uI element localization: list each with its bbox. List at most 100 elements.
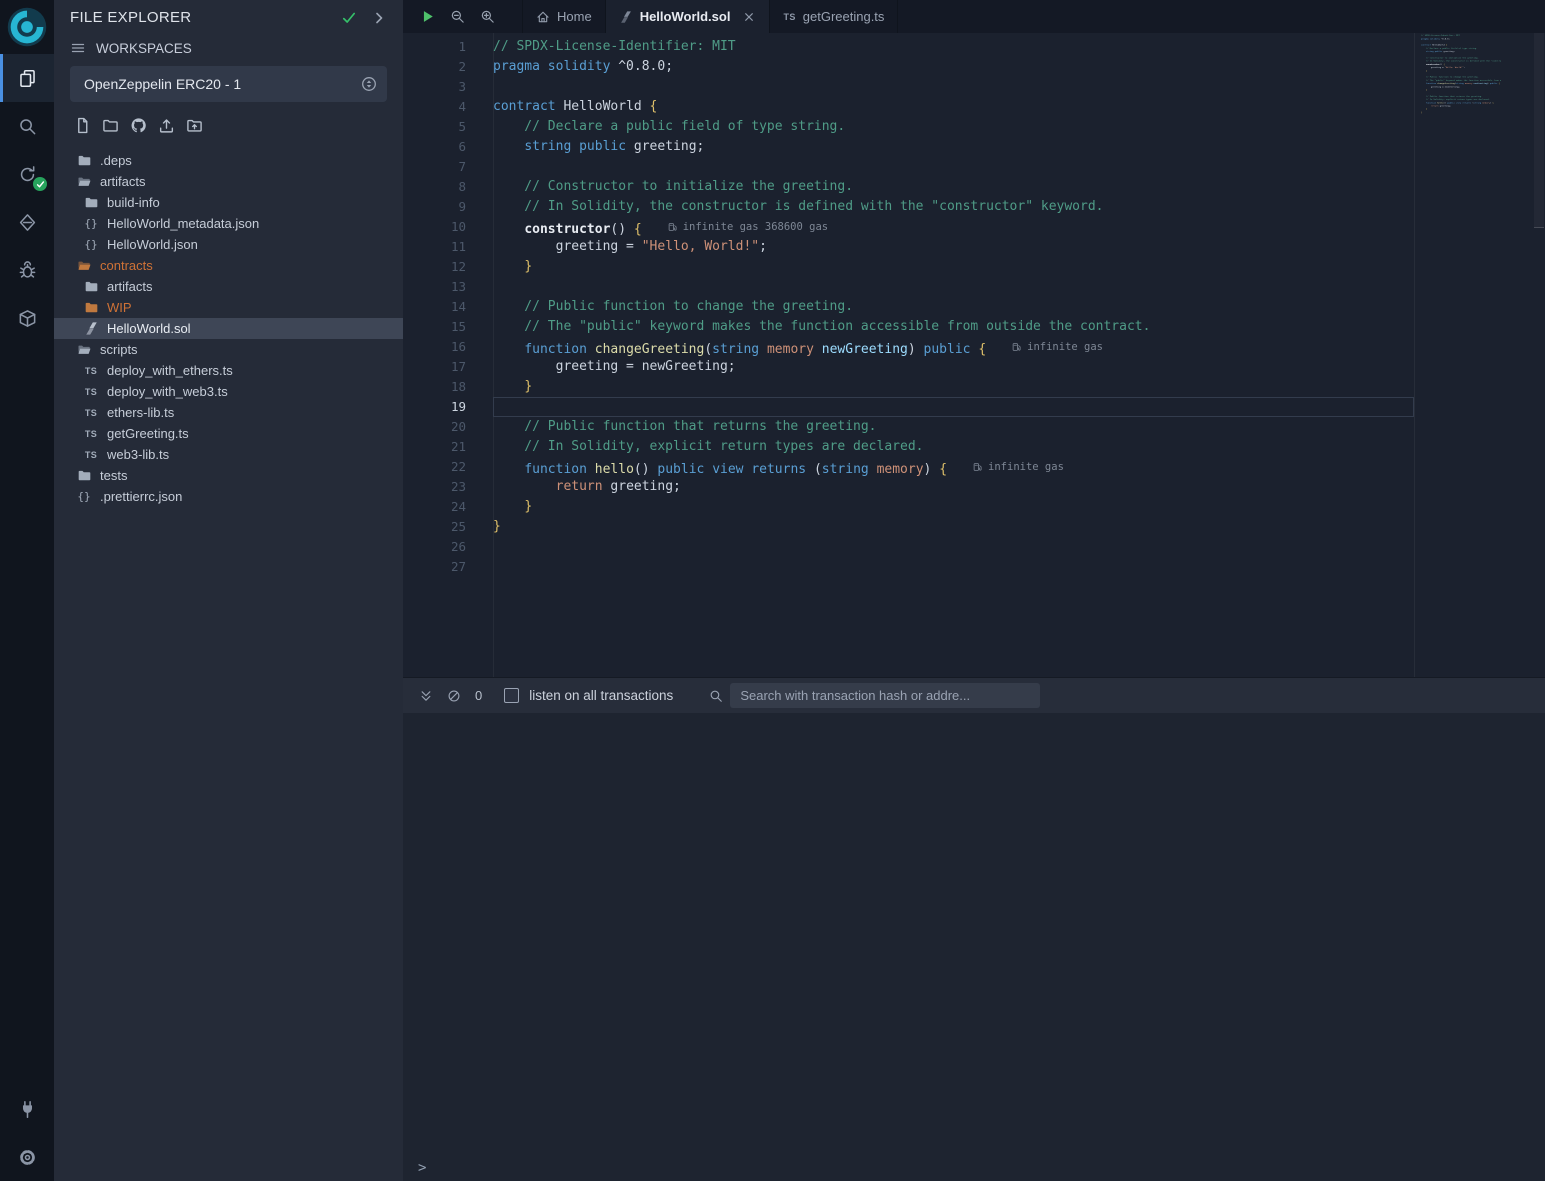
code-line[interactable]: 11 greeting = "Hello, World!"; — [403, 237, 1545, 257]
file-explorer-button[interactable] — [0, 54, 54, 102]
code-line[interactable]: 1// SPDX-License-Identifier: MIT — [403, 37, 1545, 57]
tree-item-artifacts[interactable]: artifacts — [54, 171, 403, 192]
close-tab-icon[interactable] — [742, 10, 756, 24]
code-line[interactable]: 16 function changeGreeting(string memory… — [403, 337, 1545, 357]
line-number: 6 — [403, 137, 493, 157]
listen-checkbox[interactable] — [504, 688, 519, 703]
file-name: deploy_with_ethers.ts — [107, 363, 233, 378]
terminal-search-icon — [709, 689, 723, 703]
solidity-file-icon — [619, 10, 633, 24]
code-line[interactable]: 12 } — [403, 257, 1545, 277]
code-line[interactable]: 3 — [403, 77, 1545, 97]
search-button[interactable] — [0, 102, 54, 150]
plugin-manager-button[interactable] — [0, 1085, 54, 1133]
code-line[interactable]: 6 string public greeting; — [403, 137, 1545, 157]
code-content[interactable]: 1// SPDX-License-Identifier: MIT2pragma … — [403, 33, 1545, 677]
folder-icon — [83, 279, 99, 294]
code-line[interactable]: 14 // Public function to change the gree… — [403, 297, 1545, 317]
code-line[interactable]: 18 } — [403, 377, 1545, 397]
code-editor[interactable]: 1// SPDX-License-Identifier: MIT2pragma … — [403, 33, 1545, 677]
new-folder-button[interactable] — [102, 117, 119, 137]
remix-logo[interactable] — [0, 0, 54, 54]
compile-success-badge — [33, 177, 47, 191]
tree-item-deploy-with-web3-ts[interactable]: TSdeploy_with_web3.ts — [54, 381, 403, 402]
tree-item-contracts[interactable]: contracts — [54, 255, 403, 276]
file-name: ethers-lib.ts — [107, 405, 174, 420]
run-script-button[interactable] — [420, 9, 435, 24]
code-line[interactable]: 10 constructor() {infinite gas 368600 ga… — [403, 217, 1545, 237]
tree-item-wip[interactable]: WIP — [54, 297, 403, 318]
minimap[interactable]: // SPDX-License-Identifier: MITpragma so… — [1421, 34, 1501, 126]
workspace-check-icon[interactable] — [341, 10, 357, 26]
tree-item-helloworld-json[interactable]: {}HelloWorld.json — [54, 234, 403, 255]
upload-button[interactable] — [158, 117, 175, 137]
tree-item-web3-lib-ts[interactable]: TSweb3-lib.ts — [54, 444, 403, 465]
settings-button[interactable] — [0, 1133, 54, 1181]
code-line[interactable]: 2pragma solidity ^0.8.0; — [403, 57, 1545, 77]
json-file-icon: {} — [83, 217, 99, 230]
code-line[interactable]: 20 // Public function that returns the g… — [403, 417, 1545, 437]
tree-item-getgreeting-ts[interactable]: TSgetGreeting.ts — [54, 423, 403, 444]
zoom-in-button[interactable] — [480, 9, 495, 24]
tab-getgreeting-ts[interactable]: TSgetGreeting.ts — [770, 0, 898, 33]
solidity-compiler-button[interactable] — [0, 150, 54, 198]
workspace-select[interactable]: OpenZeppelin ERC20 - 1 — [70, 66, 387, 102]
code-line[interactable]: 23 return greeting; — [403, 477, 1545, 497]
tree-item-deps[interactable]: .deps — [54, 150, 403, 171]
folder-icon — [83, 300, 99, 315]
tree-item-artifacts[interactable]: artifacts — [54, 276, 403, 297]
line-number: 5 — [403, 117, 493, 137]
code-line[interactable]: 9 // In Solidity, the constructor is def… — [403, 197, 1545, 217]
tree-item-deploy-with-ethers-ts[interactable]: TSdeploy_with_ethers.ts — [54, 360, 403, 381]
json-file-icon: {} — [76, 490, 92, 503]
scrollbar-thumb[interactable] — [1534, 33, 1544, 228]
code-line[interactable]: 7 — [403, 157, 1545, 177]
debugger-button[interactable] — [0, 246, 54, 294]
tree-item-scripts[interactable]: scripts — [54, 339, 403, 360]
code-line[interactable]: 13 — [403, 277, 1545, 297]
tree-item-prettierrc-json[interactable]: {}.prettierrc.json — [54, 486, 403, 507]
code-line[interactable]: 17 greeting = newGreeting; — [403, 357, 1545, 377]
file-name: getGreeting.ts — [107, 426, 189, 441]
new-file-button[interactable] — [74, 117, 91, 137]
code-line[interactable]: 22 function hello() public view returns … — [403, 457, 1545, 477]
code-line[interactable]: 21 // In Solidity, explicit return types… — [403, 437, 1545, 457]
tab-home[interactable]: Home — [522, 0, 606, 33]
code-line[interactable]: 26 — [403, 537, 1545, 557]
folder-icon — [76, 468, 92, 483]
upload-folder-button[interactable] — [186, 117, 203, 137]
terminal-prompt[interactable]: > — [418, 1160, 426, 1176]
code-line[interactable]: 25} — [403, 517, 1545, 537]
code-line[interactable]: 24 } — [403, 497, 1545, 517]
tree-item-ethers-lib-ts[interactable]: TSethers-lib.ts — [54, 402, 403, 423]
tab-helloworld-sol[interactable]: HelloWorld.sol — [606, 0, 771, 33]
tab-label: getGreeting.ts — [803, 9, 885, 24]
minimap-content: // SPDX-License-Identifier: MITpragma so… — [1421, 34, 1501, 120]
tree-item-helloworld-sol[interactable]: HelloWorld.sol — [54, 318, 403, 339]
line-number: 21 — [403, 437, 493, 457]
editor-actions — [403, 0, 522, 33]
terminal-search-input[interactable] — [730, 683, 1040, 708]
github-button[interactable] — [130, 117, 147, 137]
code-line[interactable]: 4contract HelloWorld { — [403, 97, 1545, 117]
workspaces-menu-icon[interactable] — [70, 40, 86, 56]
zoom-out-button[interactable] — [450, 9, 465, 24]
code-line[interactable]: 15 // The "public" keyword makes the fun… — [403, 317, 1545, 337]
gas-estimate-lens: infinite gas 368600 gas — [668, 217, 828, 237]
code-line[interactable]: 8 // Constructor to initialize the greet… — [403, 177, 1545, 197]
file-name: contracts — [100, 258, 153, 273]
tree-item-tests[interactable]: tests — [54, 465, 403, 486]
terminal-output[interactable]: > — [403, 713, 1545, 1181]
deploy-run-button[interactable] — [0, 198, 54, 246]
code-line[interactable]: 27 — [403, 557, 1545, 577]
clear-console-icon[interactable] — [447, 689, 461, 703]
plugin-module-button[interactable] — [0, 294, 54, 342]
tree-item-build-info[interactable]: build-info — [54, 192, 403, 213]
new-file-icon — [74, 117, 91, 134]
chevron-right-icon[interactable] — [371, 10, 387, 26]
code-line[interactable]: 5 // Declare a public field of type stri… — [403, 117, 1545, 137]
editor-scrollbar[interactable] — [1533, 33, 1545, 677]
tree-item-helloworld-metadata-json[interactable]: {}HelloWorld_metadata.json — [54, 213, 403, 234]
expand-terminal-icon[interactable] — [419, 689, 433, 703]
code-line[interactable]: 19 — [403, 397, 1545, 417]
